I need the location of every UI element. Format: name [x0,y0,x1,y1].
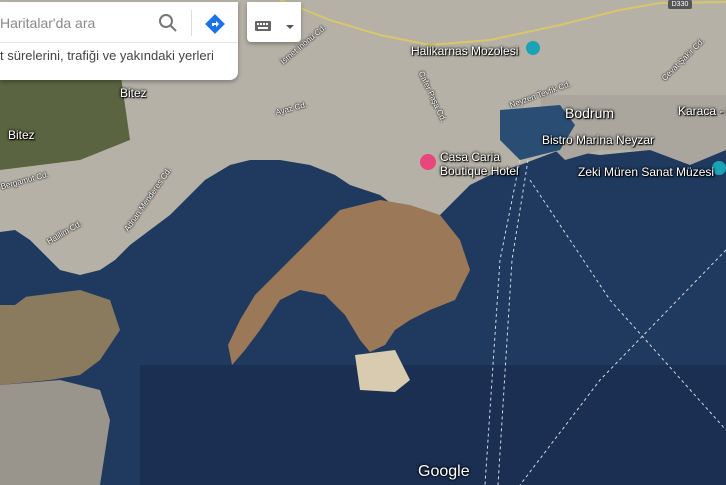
place-label-bistro[interactable]: Bistro Marina Neyzar [542,133,654,147]
google-logo: Google [418,463,470,480]
search-divider [191,10,192,36]
search-suggestion[interactable]: t sürelerini, trafiği ve yakındaki yerle… [0,48,236,63]
museum-marker-2[interactable] [712,161,726,175]
place-label-karaca[interactable]: Karaca - Ka [678,104,726,118]
search-icon[interactable] [157,12,179,34]
caret-down-icon[interactable] [285,18,295,29]
input-tools-box[interactable] [247,2,301,42]
road-badge: D330 [668,0,692,9]
directions-icon[interactable] [203,12,227,36]
place-label-bodrum[interactable]: Bodrum [565,105,614,121]
land-left-grey [0,380,110,485]
museum-marker[interactable] [526,41,540,55]
keyboard-icon[interactable] [255,18,271,31]
place-label-zeki[interactable]: Zeki Müren Sanat Müzesi [578,165,714,179]
place-label-halikarnas[interactable]: Halikarnas Mozolesi [411,44,518,58]
place-label-casa-1[interactable]: Casa Caria [440,150,500,164]
hotel-marker[interactable] [420,154,436,170]
search-row [0,2,238,43]
search-panel: t sürelerini, trafiği ve yakındaki yerle… [0,2,238,80]
search-input[interactable] [0,12,150,34]
place-label-bitez[interactable]: Bitez [120,86,147,100]
place-label-casa-2[interactable]: Boutique Hotel [440,164,519,178]
place-label-bitez-2[interactable]: Bitez [8,128,35,142]
